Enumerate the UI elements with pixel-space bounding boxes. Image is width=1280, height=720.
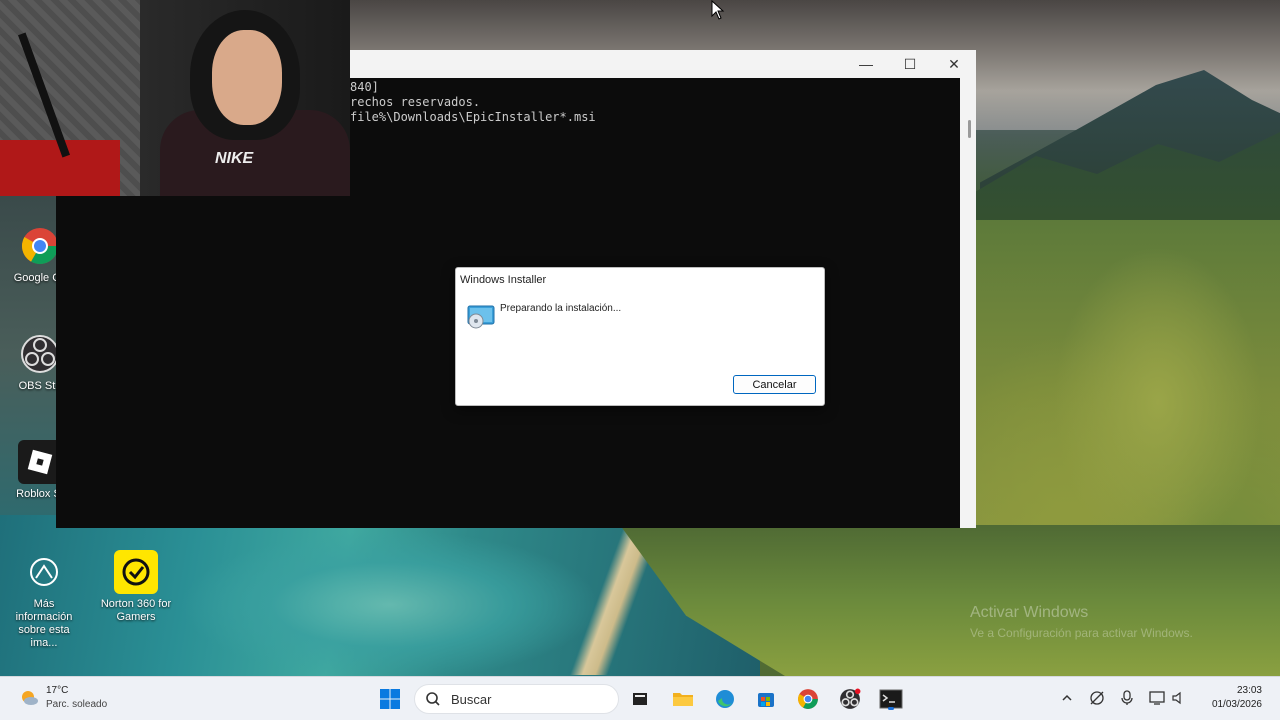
taskbar-app-file-explorer[interactable] — [626, 685, 654, 713]
clock-date[interactable]: 01/03/2026 — [1200, 699, 1262, 710]
tray-volume-icon[interactable] — [1170, 689, 1188, 707]
tray-chevron-up-icon[interactable] — [1058, 689, 1076, 707]
norton-icon — [114, 550, 158, 594]
edge-icon — [716, 690, 734, 708]
desktop-icon-label: Norton 360 for Gamers — [100, 598, 172, 623]
activation-watermark-title: Activar Windows — [970, 604, 1089, 621]
taskbar: 17°C Parc. soleado Buscar 23:03 01/03/20… — [0, 676, 1280, 720]
webcam-person-face — [212, 30, 282, 125]
dialog-title: Windows Installer — [460, 274, 547, 286]
weather-temperature[interactable]: 17°C — [46, 685, 68, 696]
windows-logo-icon — [380, 689, 400, 709]
taskbar-app-folder[interactable] — [669, 685, 697, 713]
taskbar-search[interactable]: Buscar — [414, 684, 619, 714]
tray-network-off-icon[interactable] — [1088, 689, 1106, 707]
taskbar-app-edge[interactable] — [711, 685, 739, 713]
terminal-line: 840] — [350, 80, 379, 94]
info-icon — [22, 550, 66, 594]
desktop-icon-label: Más información sobre esta ima... — [15, 598, 73, 649]
cancel-button[interactable]: Cancelar — [733, 375, 816, 394]
terminal-titlebar[interactable]: — ☐ ✕ — [350, 50, 976, 78]
windows-installer-dialog[interactable]: Windows Installer Preparando la instalac… — [455, 267, 825, 406]
search-placeholder: Buscar — [451, 691, 492, 707]
clock-time[interactable]: 23:03 — [1230, 685, 1262, 696]
start-button[interactable] — [379, 688, 401, 710]
scrollbar-thumb[interactable] — [968, 120, 971, 138]
file-explorer-icon — [633, 693, 647, 705]
mouse-cursor-icon — [711, 0, 725, 20]
chrome-icon — [798, 689, 818, 709]
terminal-line: rechos reservados. — [350, 95, 481, 109]
tray-microphone-icon[interactable] — [1118, 689, 1136, 707]
taskbar-app-obs[interactable] — [836, 685, 864, 713]
tray-display-icon[interactable] — [1148, 689, 1166, 707]
obs-icon — [840, 688, 861, 709]
window-controls: — ☐ ✕ — [844, 50, 976, 78]
minimize-button[interactable]: — — [844, 50, 888, 78]
folder-icon — [673, 693, 693, 706]
maximize-button[interactable]: ☐ — [888, 50, 932, 78]
activation-watermark-subtitle: Ve a Configuración para activar Windows. — [970, 626, 1193, 640]
weather-description[interactable]: Parc. soleado — [46, 699, 107, 710]
close-button[interactable]: ✕ — [932, 50, 976, 78]
desktop-icon-more-info[interactable]: Más información sobre esta ima... — [4, 550, 84, 650]
webcam-shirt-logo: NIKE — [215, 150, 254, 167]
store-icon — [758, 693, 774, 707]
search-icon — [426, 692, 440, 706]
weather-sun-icon[interactable] — [18, 687, 40, 709]
taskbar-app-chrome[interactable] — [794, 685, 822, 713]
terminal-scrollbar[interactable] — [960, 78, 976, 528]
terminal-icon — [879, 689, 903, 709]
dialog-message: Preparando la instalación... — [500, 303, 622, 314]
webcam-overlay: NIKE — [0, 0, 350, 196]
terminal-line: file%\Downloads\EpicInstaller*.msi — [350, 110, 596, 124]
taskbar-app-terminal[interactable] — [877, 685, 905, 713]
installer-icon — [466, 304, 496, 330]
desktop-icon-norton[interactable]: Norton 360 for Gamers — [96, 550, 176, 624]
active-indicator — [888, 707, 894, 710]
taskbar-app-store[interactable] — [752, 685, 780, 713]
